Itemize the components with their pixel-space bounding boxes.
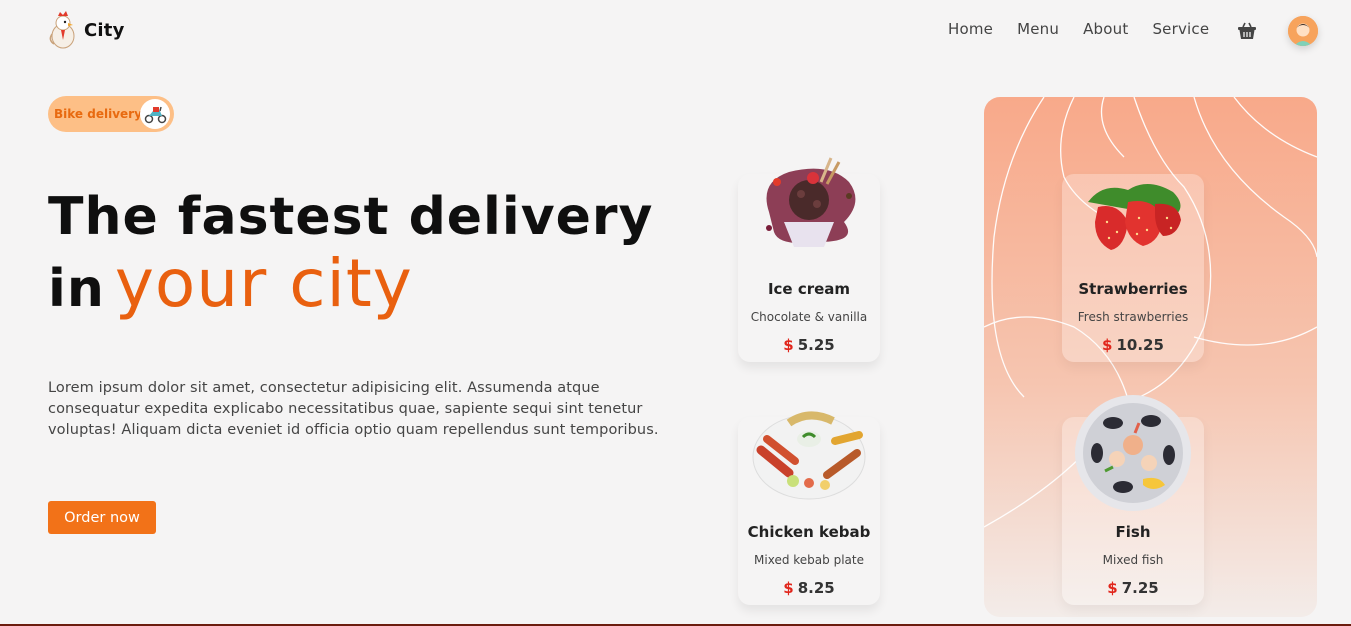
order-now-button[interactable]: Order now	[48, 501, 156, 534]
price-value: 8.25	[797, 579, 835, 597]
card-title: Strawberries	[1078, 280, 1188, 298]
user-avatar[interactable]	[1288, 16, 1318, 46]
hero-title-line1: The fastest delivery	[48, 187, 654, 247]
price-value: 7.25	[1121, 579, 1159, 597]
card-subtitle: Mixed fish	[1102, 553, 1164, 567]
brand-logo[interactable]: City	[46, 10, 125, 50]
main-nav: Home Menu About Service	[948, 20, 1233, 38]
bike-delivery-badge: Bike delivery	[48, 96, 174, 132]
user-avatar-icon	[1288, 16, 1318, 46]
hero-description: Lorem ipsum dolor sit amet, consectetur …	[48, 380, 659, 438]
hero-title-line2: in your city	[48, 244, 413, 329]
strawberries-image	[1088, 183, 1181, 250]
card-price: $7.25	[1062, 579, 1204, 597]
ice-cream-image	[766, 157, 856, 247]
product-card-strawberries[interactable]: Strawberries Fresh strawberries $10.25	[1062, 174, 1204, 362]
nav-home[interactable]: Home	[948, 20, 993, 38]
card-subtitle: Chocolate & vanilla	[750, 310, 868, 324]
hero-title-prefix: in	[48, 259, 105, 319]
nav-about[interactable]: About	[1083, 20, 1128, 38]
card-subtitle: Mixed kebab plate	[754, 553, 864, 567]
product-card-fish[interactable]: Fish Mixed fish $7.25	[1062, 395, 1204, 605]
currency-symbol: $	[783, 336, 794, 354]
price-value: 10.25	[1116, 336, 1164, 354]
seafood-plate-image	[1075, 395, 1191, 511]
card-price: $10.25	[1062, 336, 1204, 354]
currency-symbol: $	[1107, 579, 1118, 597]
chef-chicken-logo-icon	[49, 11, 75, 49]
card-price: $5.25	[738, 336, 880, 354]
card-price: $8.25	[738, 579, 880, 597]
scooter-icon	[140, 99, 170, 129]
kebab-plate-image	[752, 411, 866, 500]
basket-icon[interactable]	[1236, 20, 1258, 42]
card-title: Fish	[1115, 523, 1151, 541]
product-card-ice-cream[interactable]: Ice cream Chocolate & vanilla $5.25	[738, 157, 880, 362]
card-title: Chicken kebab	[747, 523, 871, 541]
currency-symbol: $	[1102, 336, 1113, 354]
price-value: 5.25	[797, 336, 835, 354]
brand-name: City	[84, 19, 125, 41]
product-card-chicken-kebab[interactable]: Chicken kebab Mixed kebab plate $8.25	[738, 411, 880, 605]
hero-title-accent: your city	[114, 245, 413, 322]
currency-symbol: $	[783, 579, 794, 597]
card-subtitle: Fresh strawberries	[1077, 310, 1189, 324]
nav-menu[interactable]: Menu	[1017, 20, 1059, 38]
nav-service[interactable]: Service	[1152, 20, 1209, 38]
card-title: Ice cream	[767, 280, 851, 298]
badge-label: Bike delivery	[54, 107, 142, 121]
